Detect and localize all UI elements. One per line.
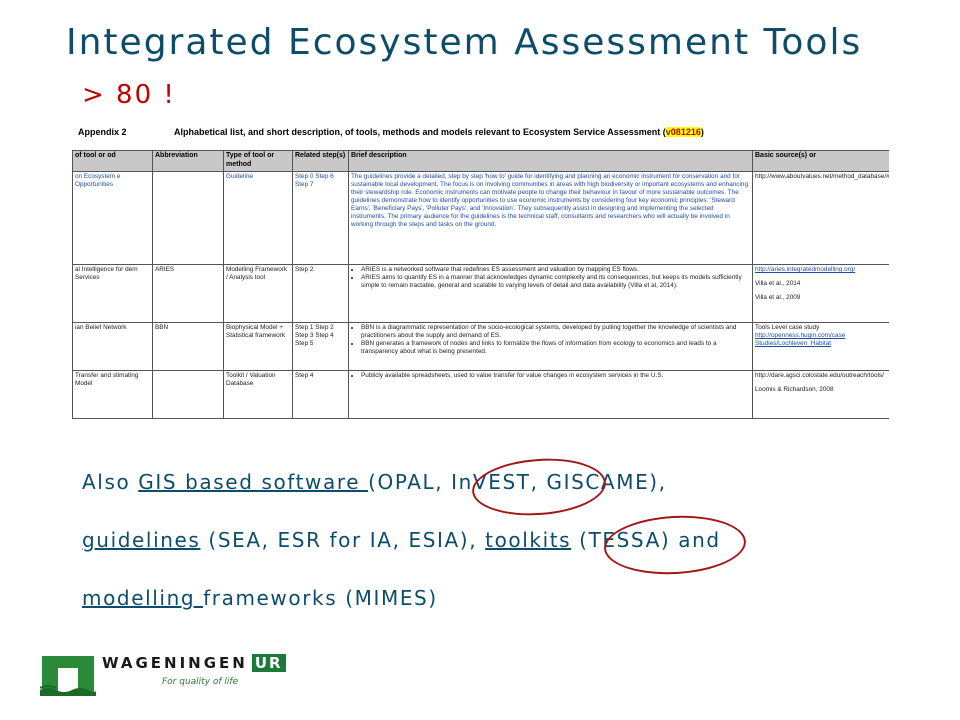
column-header: Type of tool or method [223,150,293,172]
table-cell-source: http://aries.integratedmodelling.org/ Vi… [752,264,889,323]
table-cell-description: ARIES is a networked software that redef… [348,264,753,323]
wageningen-logo-icon [40,656,96,696]
table-cell-abbr [152,370,224,419]
table-cell-type: Toolkit / Valuation Database [223,370,293,419]
appendix-version: v081216 [665,127,701,137]
table-cell-source: Tools Level case study http://openness.h… [752,322,889,371]
table-cell-steps: Step 4 [292,370,349,419]
table-cell-source: http://dare.agsci.colostate.edu/outreach… [752,370,889,419]
source-link[interactable]: http://openness.hugin.com/case [755,332,887,340]
description-bullet: ARIES aims to quantify ES in a manner th… [361,274,750,290]
source-citation: Tools Level case study [755,324,820,331]
table-cell-steps: Step 2 [292,264,349,323]
table-cell-steps: Step 0 Step 6 Step 7 [292,171,349,265]
description-bullet: BBN is a diagrammatic representation of … [361,324,750,340]
table-cell-type: Modelling Framework / Analysis tool [223,264,293,323]
body-text: frameworks (MIMES) [203,586,438,610]
source-citation: Villa et al., 2009 [755,294,801,301]
source-link[interactable]: http://dare.agsci.colostate.edu/outreach… [755,372,887,380]
table-cell-source: http://www.aboutvalues.net/method_databa… [752,171,889,265]
table-row: al Intelligence for dem Services ARIES M… [72,264,889,323]
logo-name: WAGENINGEN [102,654,248,672]
slide-title: Integrated Ecosystem Assessment Tools [66,22,863,63]
invest-highlight-ellipse [470,454,608,520]
source-link[interactable]: Studies/Lochleven_Habitat [755,340,887,348]
guidelines-link[interactable]: guidelines [82,528,200,552]
table-row: on Ecosystem e Opportunities Guideline S… [72,171,889,265]
column-header: Brief description [348,150,753,172]
body-text: Also [82,470,139,494]
column-header: Related step(s) [292,150,349,172]
logo-wordmark: WAGENINGEN UR [102,654,286,672]
table-row: ian Belief Network BBN Biophysical Model… [72,322,889,371]
table-cell-description: Publicly available spreadsheets, used to… [348,370,753,419]
table-cell-description: The guidelines provide a detailed, step … [348,171,753,265]
description-bullet: Publicly available spreadsheets, used to… [361,372,750,380]
body-line-3: modelling frameworks (MIMES) [82,586,438,610]
appendix-caption-text: Alphabetical list, and short description… [174,127,666,137]
table-row: Transfer and stimating Model Toolkit / V… [72,370,889,419]
toolkits-link[interactable]: toolkits [485,528,571,552]
table-cell-abbr [152,171,224,265]
modelling-link[interactable]: modelling [82,586,203,610]
appendix-label: Appendix 2 [78,127,127,137]
table-cell-name: al Intelligence for dem Services [72,264,153,323]
table-cell-name: ian Belief Network [72,322,153,371]
table-header-row: of tool or od Abbreviation Type of tool … [72,150,889,172]
column-header: Abbreviation [152,150,224,172]
tools-table-image: of tool or od Abbreviation Type of tool … [72,150,889,420]
table-cell-steps: Step 1 Step 2 Step 3 Step 4 Step 5 [292,322,349,371]
source-link[interactable]: http://aries.integratedmodelling.org/ [755,266,887,274]
logo-ur: UR [251,654,286,672]
gis-software-link[interactable]: GIS based software [138,470,368,494]
tessa-highlight-ellipse [602,512,748,578]
table-cell-name: Transfer and stimating Model [72,370,153,419]
table-cell-type: Guideline [223,171,293,265]
column-header: of tool or od [72,150,153,172]
logo-tagline: For quality of life [162,677,239,687]
tools-table: of tool or od Abbreviation Type of tool … [72,150,889,419]
appendix-caption: Appendix 2 Alphabetical list, and short d… [78,127,898,137]
table-cell-abbr: BBN [152,322,224,371]
description-bullet: BBN generates a framework of nodes and l… [361,340,750,356]
table-cell-name: on Ecosystem e Opportunities [72,171,153,265]
table-cell-description: BBN is a diagrammatic representation of … [348,322,753,371]
description-bullet: ARIES is a networked software that redef… [361,266,750,274]
body-text: (SEA, ESR for IA, ESIA), [200,528,486,552]
table-cell-abbr: ARIES [152,264,224,323]
slide-subtitle: > 80 ! [82,80,176,110]
appendix-close: ) [700,127,704,137]
source-citation: Loomis & Richardson, 2008 [755,386,834,393]
source-citation: Villa et al., 2014 [755,280,801,287]
table-cell-type: Biophysical Model + Statistical framewor… [223,322,293,371]
column-header: Basic source(s) or [752,150,889,172]
